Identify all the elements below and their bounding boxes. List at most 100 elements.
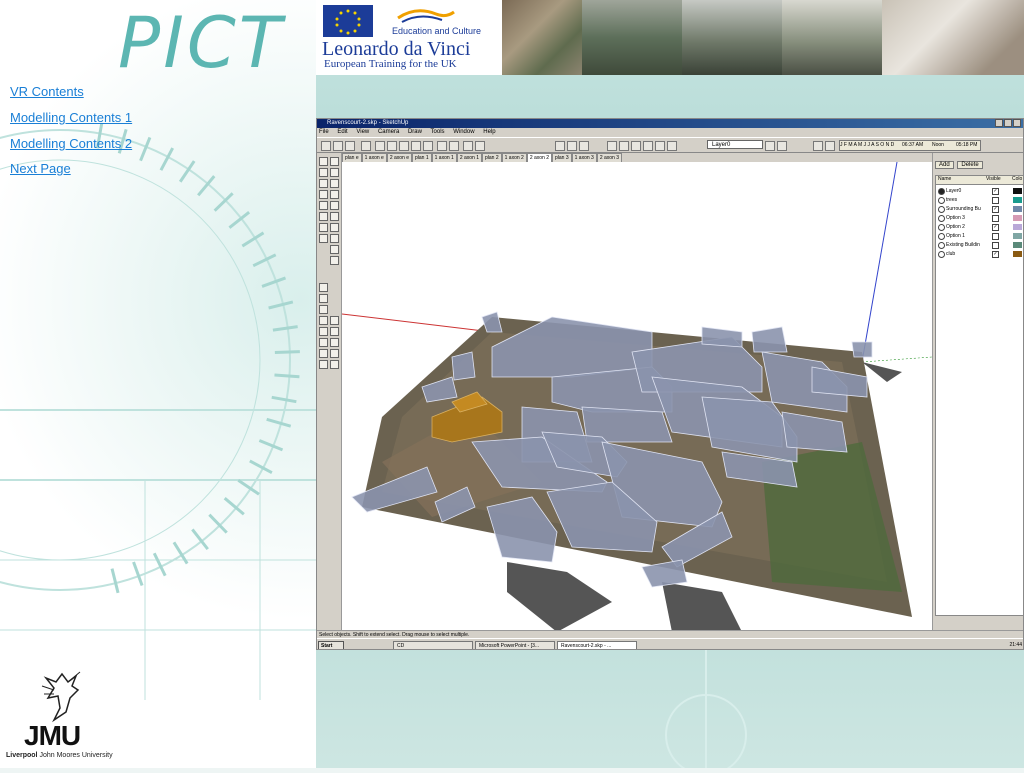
freehand-icon[interactable] (330, 201, 339, 210)
dropdown-arrow-icon[interactable] (765, 141, 775, 151)
menu-view[interactable]: View (356, 129, 369, 135)
rectangle-icon[interactable] (330, 168, 339, 177)
layer-visible-checkbox[interactable] (992, 233, 999, 240)
select-tool-icon[interactable] (555, 141, 565, 151)
layer-color-swatch[interactable] (1013, 188, 1022, 194)
top-view-icon[interactable] (619, 141, 629, 151)
layer-row[interactable]: Surrounding Bu ✓ (936, 205, 1023, 213)
scene-tab[interactable]: 1 axon e (361, 153, 387, 162)
front-small-icon[interactable] (330, 338, 339, 347)
scene-tab[interactable]: 1 axon 2 (501, 153, 527, 162)
menu-camera[interactable]: Camera (378, 129, 399, 135)
copy-icon[interactable] (399, 141, 409, 151)
layer-row[interactable]: Option 2 ✓ (936, 223, 1023, 231)
menu-tools[interactable]: Tools (431, 129, 445, 135)
scene-tab[interactable]: plan e (342, 153, 362, 162)
undo-icon[interactable] (437, 141, 447, 151)
menu-help[interactable]: Help (483, 129, 495, 135)
push-pull-icon[interactable] (319, 179, 328, 188)
layer-visible-checkbox[interactable]: ✓ (992, 188, 999, 195)
3d-viewport[interactable] (342, 162, 932, 633)
start-button[interactable]: Start (318, 641, 344, 649)
active-layer-radio[interactable] (938, 251, 945, 258)
front-view-icon[interactable] (631, 141, 641, 151)
col-visible-header[interactable]: Visible (986, 176, 1001, 182)
layer-visible-checkbox[interactable] (992, 215, 999, 222)
previous-view-icon[interactable] (319, 360, 328, 369)
save-icon[interactable] (345, 141, 355, 151)
active-layer-radio[interactable] (938, 188, 945, 195)
erase-icon[interactable] (375, 141, 385, 151)
section-plane-icon[interactable] (579, 141, 589, 151)
layer-color-swatch[interactable] (1013, 224, 1022, 230)
active-layer-radio[interactable] (938, 197, 945, 204)
active-layer-radio[interactable] (938, 233, 945, 240)
scene-tab[interactable]: 2 axon 1 (456, 153, 482, 162)
layer-color-swatch[interactable] (1013, 206, 1022, 212)
iso-small-icon[interactable] (330, 316, 339, 325)
paint-icon[interactable] (319, 168, 328, 177)
layer-color-swatch[interactable] (1013, 233, 1022, 239)
paint-bucket-icon[interactable] (567, 141, 577, 151)
iso-view-icon[interactable] (607, 141, 617, 151)
scene-tab[interactable]: 1 axon 3 (571, 153, 597, 162)
nav-link-modelling-contents-2[interactable]: Modelling Contents 2 (10, 136, 132, 151)
layer-row[interactable]: Layer0 ✓ (936, 187, 1023, 195)
scene-tab[interactable]: plan 2 (482, 153, 502, 162)
menu-draw[interactable]: Draw (408, 129, 422, 135)
layer-visible-checkbox[interactable]: ✓ (992, 251, 999, 258)
shadow-month-slider[interactable]: J F M A M J J A S O N D 06:37 AM Noon 05… (839, 140, 981, 151)
zoom-icon[interactable] (319, 327, 328, 336)
new-file-icon[interactable] (321, 141, 331, 151)
right-view-icon[interactable] (643, 141, 653, 151)
scene-tab[interactable]: 2 axon 3 (596, 153, 622, 162)
arc-icon[interactable] (330, 179, 339, 188)
col-color-header[interactable]: Colo (1012, 176, 1022, 182)
col-name-header[interactable]: Name (938, 176, 951, 182)
minimize-icon[interactable] (995, 119, 1003, 127)
pan-icon[interactable] (319, 294, 328, 303)
layer-row[interactable]: Existing Buildin (936, 241, 1023, 249)
layer-color-swatch[interactable] (1013, 251, 1022, 257)
active-layer-radio[interactable] (938, 224, 945, 231)
look-around-icon[interactable] (319, 316, 328, 325)
paste-icon[interactable] (411, 141, 421, 151)
menu-edit[interactable]: Edit (337, 129, 347, 135)
taskbar-item-sketchup[interactable]: Ravenscourt-2.skp - ... (557, 641, 637, 649)
nav-link-modelling-contents-1[interactable]: Modelling Contents 1 (10, 110, 132, 125)
active-layer-radio[interactable] (938, 215, 945, 222)
dimension-icon[interactable] (330, 245, 339, 254)
back-view-icon[interactable] (655, 141, 665, 151)
orbit-icon[interactable] (319, 283, 328, 292)
pencil-icon[interactable] (330, 157, 339, 166)
layer-visible-checkbox[interactable] (992, 242, 999, 249)
scene-tab[interactable]: plan 1 (412, 153, 432, 162)
cut-icon[interactable] (387, 141, 397, 151)
layer-row[interactable]: Option 1 (936, 232, 1023, 240)
circle-icon[interactable] (330, 190, 339, 199)
print-icon[interactable] (463, 141, 473, 151)
layer-row[interactable]: Option 3 (936, 214, 1023, 222)
add-layer-button[interactable]: Add (935, 161, 954, 169)
tape-measure-icon[interactable] (319, 234, 328, 243)
select-icon[interactable] (319, 157, 328, 166)
offset-icon[interactable] (330, 223, 339, 232)
layer-select[interactable]: Layer0 (707, 140, 763, 149)
close-icon[interactable] (1013, 119, 1021, 127)
zoom-window-icon[interactable] (319, 338, 328, 347)
layer-visible-checkbox[interactable]: ✓ (992, 206, 999, 213)
menu-file[interactable]: File (319, 129, 329, 135)
taskbar-item-powerpoint[interactable]: Microsoft PowerPoint - [3... (475, 641, 555, 649)
taskbar-item-cd[interactable]: CD (393, 641, 473, 649)
layer-color-swatch[interactable] (1013, 197, 1022, 203)
scale-icon[interactable] (319, 223, 328, 232)
layer-color-swatch[interactable] (1013, 215, 1022, 221)
make-component-icon[interactable] (361, 141, 371, 151)
scene-tab[interactable]: 2 axon 2 (526, 153, 552, 162)
nav-link-vr-contents[interactable]: VR Contents (10, 84, 84, 99)
redo-icon[interactable] (449, 141, 459, 151)
scene-tab[interactable]: 2 axon e (386, 153, 412, 162)
left-view-icon[interactable] (667, 141, 677, 151)
layer-row[interactable]: trees (936, 196, 1023, 204)
menu-window[interactable]: Window (453, 129, 474, 135)
